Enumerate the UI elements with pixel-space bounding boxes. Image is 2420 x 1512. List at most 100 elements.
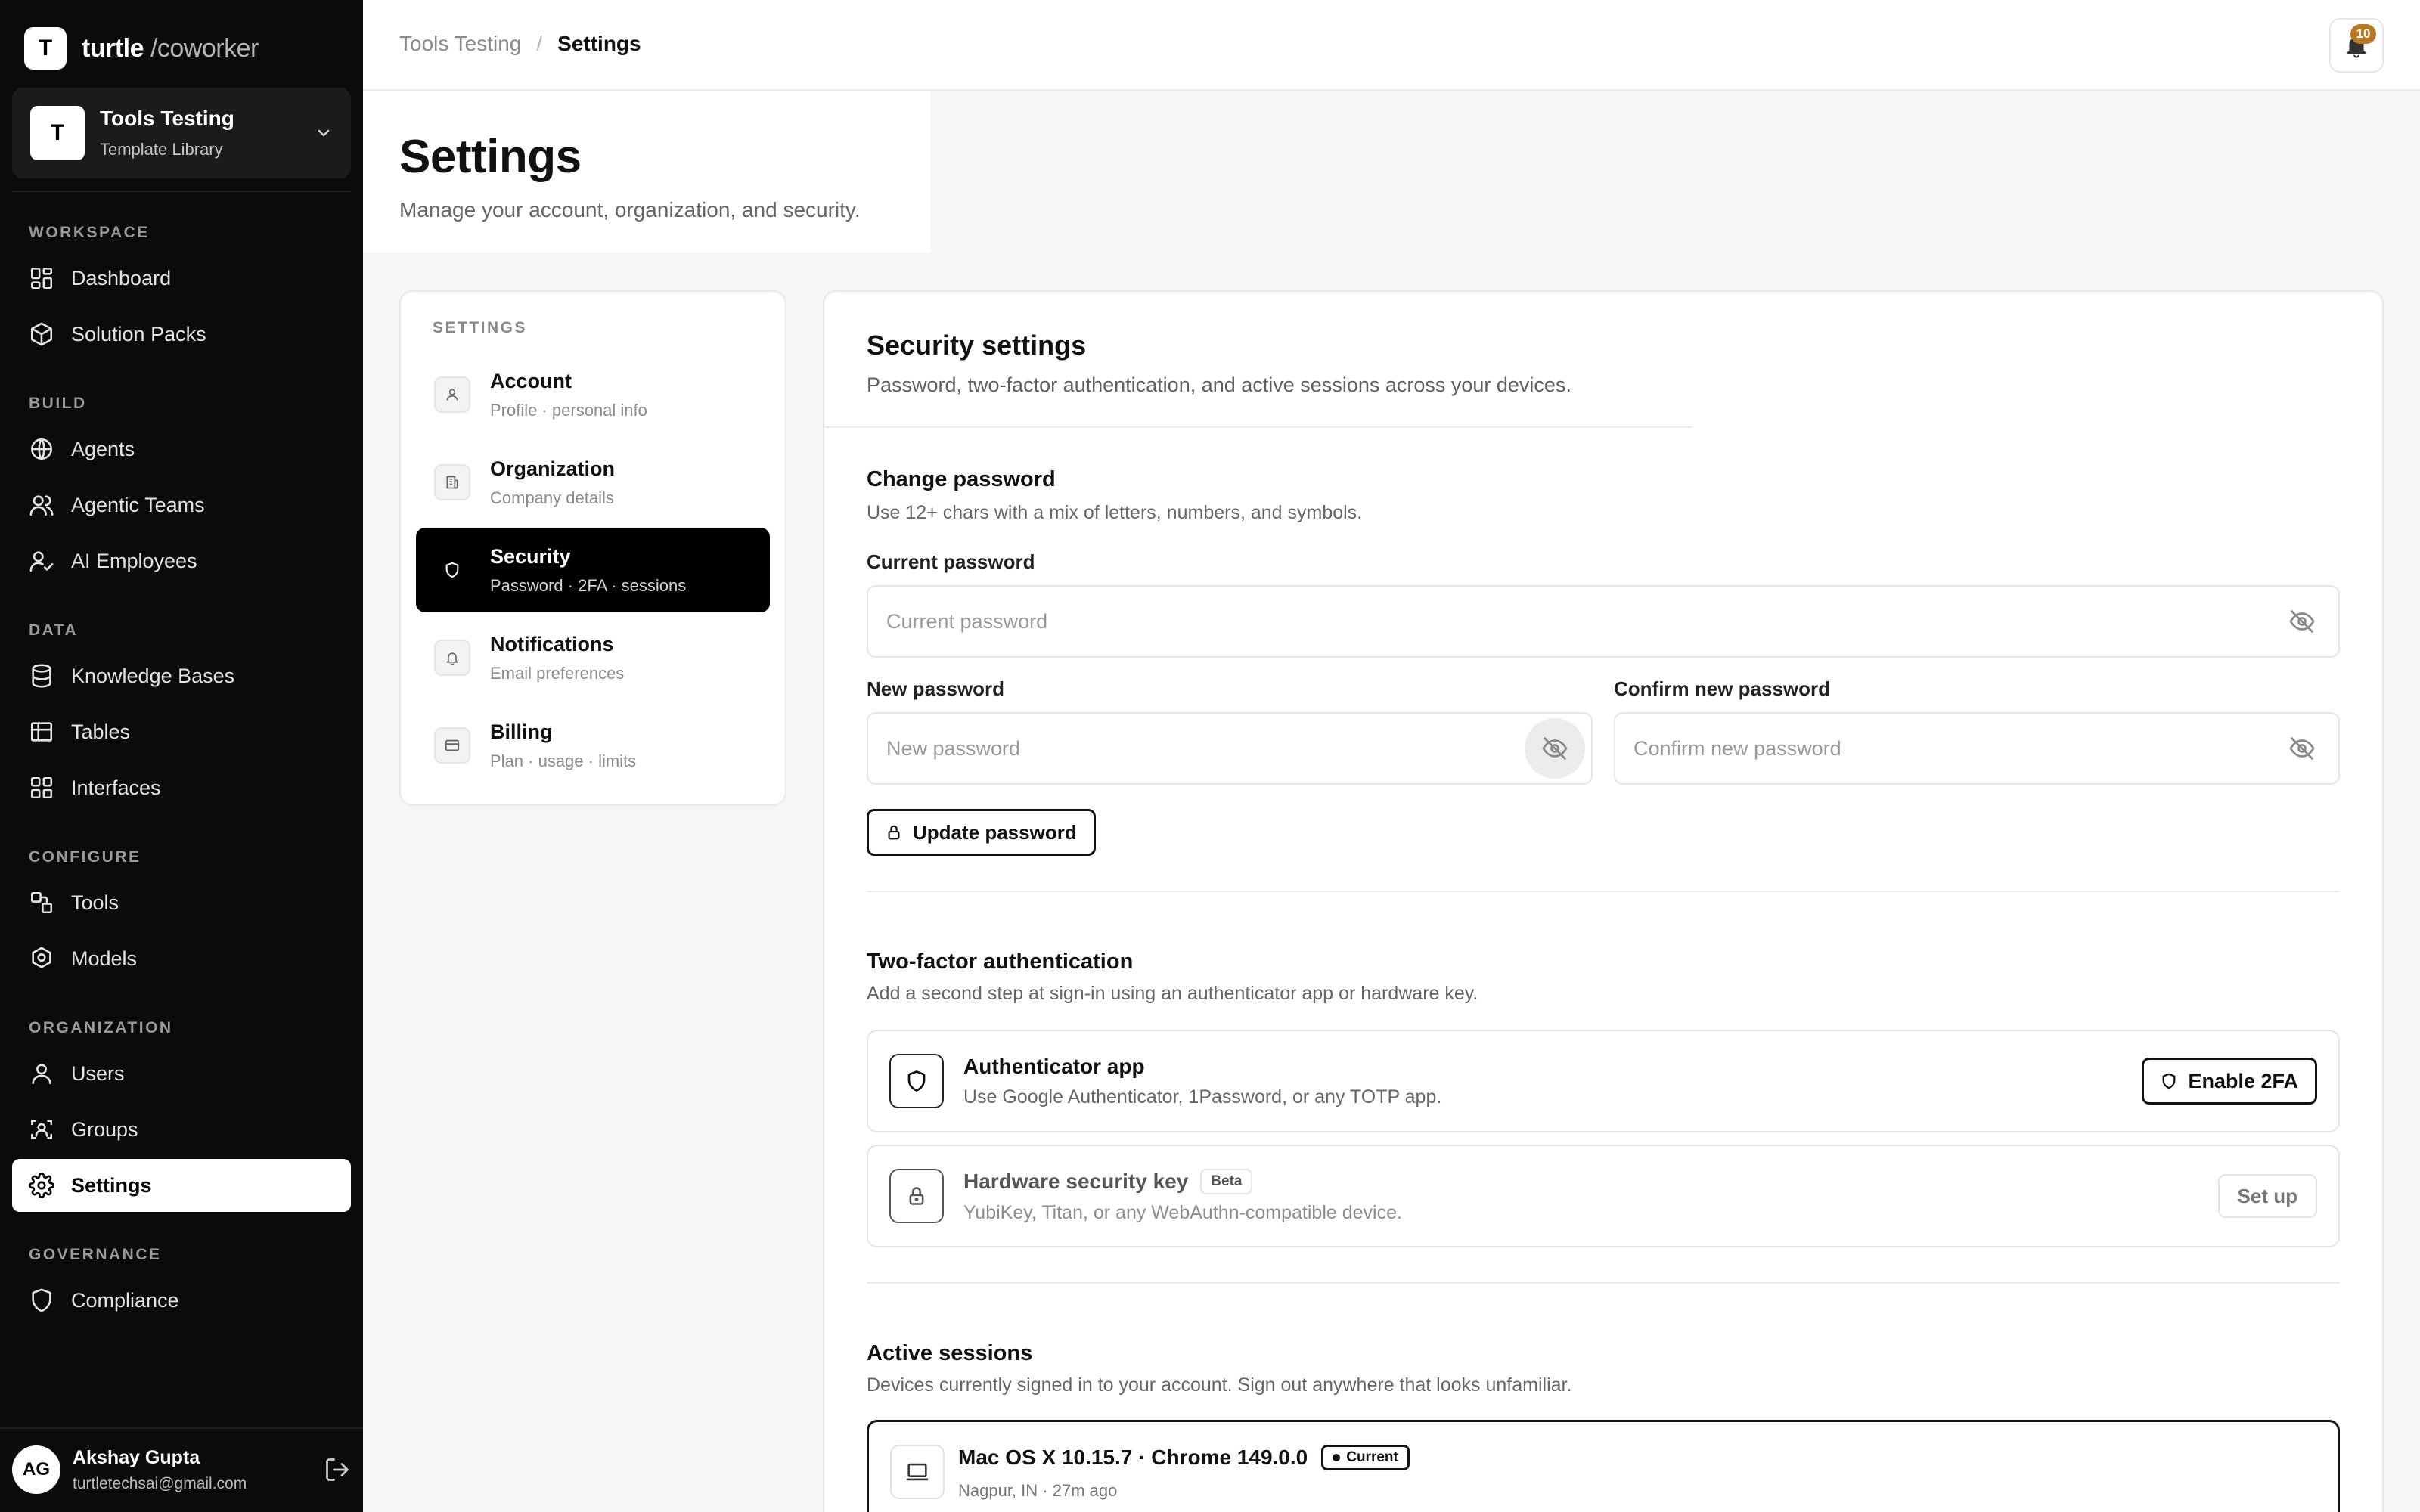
toggle-visibility-button[interactable] <box>2272 718 2332 779</box>
security-subtitle: Password, two-factor authentication, and… <box>867 373 1571 396</box>
hardware-key-option: Hardware security key Beta YubiKey, Titan… <box>867 1145 2340 1247</box>
sidebar-item-label: AI Employees <box>71 549 197 572</box>
breadcrumb-separator: / <box>536 32 543 55</box>
section-data: DATA <box>29 621 79 639</box>
page-title: Settings <box>399 131 582 183</box>
current-password-label: Current password <box>867 550 1035 573</box>
sidebar-item-label: Solution Packs <box>71 322 206 345</box>
shield-icon <box>908 1070 926 1092</box>
header-divider <box>824 426 1692 428</box>
settings-nav-security[interactable]: Security Password · 2FA · sessions <box>416 528 770 612</box>
session-meta: Nagpur, IN · 27m ago <box>958 1481 1118 1500</box>
brand-name: turtle <box>82 33 144 63</box>
settings-nav-label: Organization <box>490 457 616 480</box>
new-password-input[interactable] <box>886 736 1525 761</box>
sidebar-item-label: Groups <box>71 1117 138 1141</box>
authenticator-title: Authenticator app <box>963 1054 1145 1078</box>
sidebar-item-users[interactable]: Users <box>12 1047 351 1100</box>
security-title: Security settings <box>867 330 1087 361</box>
settings-nav-account[interactable]: Account Profile · personal info <box>416 352 770 437</box>
current-password-input[interactable] <box>886 609 2272 634</box>
logout-icon[interactable] <box>324 1456 351 1483</box>
toggle-visibility-button[interactable] <box>2272 591 2332 652</box>
sidebar-item-agentic-teams[interactable]: Agentic Teams <box>12 479 351 531</box>
change-password-hint: Use 12+ chars with a mix of letters, num… <box>867 502 1363 523</box>
globe-icon <box>30 438 53 460</box>
lock-icon <box>909 1187 924 1205</box>
authenticator-icon-box <box>889 1054 944 1108</box>
toggle-visibility-button[interactable] <box>1525 718 1585 779</box>
sidebar-item-agents[interactable]: Agents <box>12 423 351 476</box>
avatar: AG <box>12 1445 60 1494</box>
enable-2fa-label: Enable 2FA <box>2188 1069 2298 1092</box>
update-password-button[interactable]: Update password <box>867 809 1096 856</box>
change-password-title: Change password <box>867 467 1056 491</box>
notification-badge: 10 <box>2350 24 2376 44</box>
sidebar-item-groups[interactable]: Groups <box>12 1103 351 1156</box>
new-password-field <box>867 712 1593 785</box>
current-password-field <box>867 585 2340 658</box>
settings-nav-label: Notifications <box>490 632 614 655</box>
settings-nav-desc: Plan · usage · limits <box>490 751 637 770</box>
hardware-key-icon-box <box>889 1169 944 1223</box>
notifications-button[interactable]: 10 <box>2329 18 2384 73</box>
user-profile[interactable]: AG Akshay Gupta turtletechsai@gmail.com <box>12 1445 351 1494</box>
section-organization: ORGANIZATION <box>29 1019 173 1036</box>
settings-nav-title: SETTINGS <box>433 319 528 336</box>
user-icon <box>32 1064 51 1085</box>
confirm-password-input[interactable] <box>1634 736 2272 761</box>
sidebar-item-label: Agents <box>71 437 135 460</box>
twofa-hint: Add a second step at sign-in using an au… <box>867 983 1478 1004</box>
authenticator-desc: Use Google Authenticator, 1Password, or … <box>963 1086 1442 1108</box>
sidebar-item-models[interactable]: Models <box>12 932 351 985</box>
workspace-avatar: T <box>30 106 85 160</box>
section-governance: GOVERNANCE <box>29 1246 162 1263</box>
eye-off-icon <box>1542 737 1568 760</box>
sidebar-item-knowledge-bases[interactable]: Knowledge Bases <box>12 649 351 702</box>
section-divider <box>867 1282 2340 1284</box>
topbar: Tools Testing / Settings 10 <box>363 0 2420 91</box>
setup-hardware-key-button[interactable]: Set up <box>2217 1174 2317 1218</box>
security-panel: Security settings Password, two-factor a… <box>823 290 2384 1512</box>
sidebar-item-interfaces[interactable]: Interfaces <box>12 761 351 814</box>
workspace-name: Tools Testing <box>100 107 234 130</box>
status-dot <box>1333 1454 1341 1461</box>
settings-nav-billing[interactable]: Billing Plan · usage · limits <box>416 703 770 788</box>
breadcrumb-parent[interactable]: Tools Testing <box>399 32 521 56</box>
table-icon <box>30 722 53 742</box>
shield-icon <box>445 562 459 578</box>
eye-off-icon <box>2289 737 2315 760</box>
sidebar-item-tables[interactable]: Tables <box>12 705 351 758</box>
gear-icon <box>29 1173 54 1198</box>
sidebar-item-tools[interactable]: Tools <box>12 876 351 929</box>
sidebar-item-label: Settings <box>71 1173 152 1197</box>
sidebar-item-settings[interactable]: Settings <box>12 1159 351 1212</box>
device-icon-box <box>890 1445 945 1499</box>
brand-suffix: /coworker <box>150 33 259 63</box>
sidebar-item-ai-employees[interactable]: AI Employees <box>12 534 351 587</box>
settings-nav-organization[interactable]: Organization Company details <box>416 440 770 525</box>
laptop-icon <box>906 1463 929 1481</box>
sidebar-item-compliance[interactable]: Compliance <box>12 1274 351 1327</box>
page-header: Settings Manage your account, organizati… <box>363 91 930 253</box>
sidebar-item-dashboard[interactable]: Dashboard <box>12 252 351 305</box>
workspace-switcher[interactable]: T Tools Testing Template Library <box>12 88 351 178</box>
chevron-down-icon <box>318 129 330 137</box>
settings-nav-desc: Profile · personal info <box>490 400 647 420</box>
shield-icon <box>32 1288 51 1312</box>
authenticator-app-option: Authenticator app Use Google Authenticat… <box>867 1030 2340 1132</box>
sidebar-item-label: Interfaces <box>71 776 161 799</box>
current-session-badge: Current <box>1321 1445 1410 1470</box>
session-row[interactable]: Mac OS X 10.15.7 · Chrome 149.0.0 Curren… <box>867 1420 2340 1512</box>
confirm-password-field <box>1614 712 2340 785</box>
settings-nav-label: Security <box>490 544 571 568</box>
sessions-hint: Devices currently signed in to your acco… <box>867 1374 1572 1396</box>
settings-nav-notifications[interactable]: Notifications Email preferences <box>416 615 770 700</box>
brand-logo[interactable]: T turtle /coworker <box>24 27 259 70</box>
settings-nav-desc: Password · 2FA · sessions <box>490 575 687 595</box>
shield-icon <box>2163 1073 2176 1089</box>
user-check-icon <box>29 551 54 572</box>
enable-2fa-button[interactable]: Enable 2FA <box>2142 1058 2317 1105</box>
sidebar-item-solution-packs[interactable]: Solution Packs <box>12 308 351 361</box>
package-icon <box>30 322 53 346</box>
